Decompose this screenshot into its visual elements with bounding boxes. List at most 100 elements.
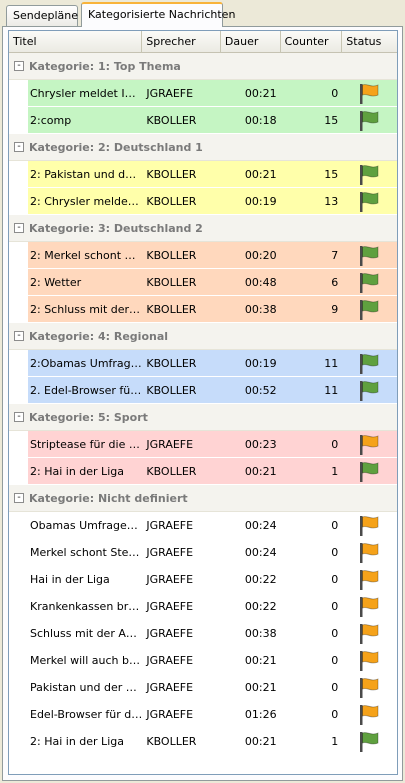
- collapse-icon[interactable]: -: [14, 412, 24, 422]
- cell-dauer: 00:38: [244, 626, 277, 640]
- cell-status: [342, 539, 397, 566]
- cell-status: [342, 188, 397, 215]
- collapse-icon[interactable]: -: [14, 331, 24, 341]
- cell-status: [342, 350, 397, 377]
- tab-kategorisierte-nachrichten[interactable]: Kategorisierte Nachrichten: [81, 2, 235, 27]
- table-row[interactable]: 2:comp KBOLLER 00:18 15: [28, 107, 397, 134]
- cell-sprecher: JGRAEFE: [146, 626, 194, 640]
- column-header-status[interactable]: Status: [342, 31, 397, 53]
- cell-titel: Obamas Umfragewerte: [30, 518, 143, 532]
- collapse-icon[interactable]: -: [14, 61, 24, 71]
- cell-status: [342, 269, 397, 296]
- table-row[interactable]: Merkel schont Steinbrück JGRAEFE 00:24 0: [28, 539, 397, 566]
- cell-sprecher: JGRAEFE: [146, 86, 194, 100]
- tab-sendeplaene[interactable]: Sendepläne: [6, 5, 78, 26]
- cell-status: [342, 242, 397, 269]
- table-row[interactable]: 2: Wetter KBOLLER 00:48 6: [28, 269, 397, 296]
- group-header[interactable]: - Kategorie: Nicht definiert: [9, 485, 397, 512]
- cell-status: [342, 296, 397, 323]
- group-header[interactable]: - Kategorie: 4: Regional: [9, 323, 397, 350]
- table-row[interactable]: 2: Merkel schont SteinbrückKBOLLER 00:20 7: [28, 242, 397, 269]
- group-title: Kategorie: 3: Deutschland 2: [29, 221, 203, 235]
- orange-flag-icon: [360, 515, 379, 536]
- collapse-icon[interactable]: -: [14, 142, 24, 152]
- orange-flag-icon: [360, 83, 379, 104]
- cell-dauer: 00:24: [244, 545, 277, 559]
- tab-bar: Sendepläne Kategorisierte Nachrichten: [0, 0, 405, 27]
- cell-status: [342, 728, 397, 755]
- table-row[interactable]: Krankenkassen brauchen Geld JGRAEFE 00:22 0: [28, 593, 397, 620]
- cell-titel: Merkel schont Steinbrück: [30, 545, 142, 559]
- cell-dauer: 00:21: [244, 86, 277, 100]
- table-row[interactable]: 2. Edel-Browser für alle KBOLLER 00:52 11: [28, 377, 397, 404]
- cell-counter: 0: [331, 707, 339, 721]
- tab-panel: Titel Sprecher Dauer Counter Status - Kat…: [2, 26, 403, 781]
- table-row[interactable]: Pakistan und der Preis JGRAEFE 00:21 0: [28, 674, 397, 701]
- group-header[interactable]: - Kategorie: 2: Deutschland 1: [9, 134, 397, 161]
- table-row[interactable]: 2: Hai in der Liga KBOLLER 00:21 1: [28, 728, 397, 755]
- orange-flag-icon: [360, 596, 379, 617]
- cell-sprecher: JGRAEFE: [146, 707, 194, 721]
- collapse-icon[interactable]: -: [14, 223, 24, 233]
- table-row[interactable]: Merkel will auch bei Opel JGRAEFE 00:21 0: [28, 647, 397, 674]
- column-header-titel[interactable]: Titel: [9, 31, 143, 53]
- cell-counter: 7: [331, 248, 339, 262]
- group-header[interactable]: - Kategorie: 3: Deutschland 2: [9, 215, 397, 242]
- green-flag-icon: [360, 272, 379, 293]
- column-header-counter[interactable]: Counter: [281, 31, 343, 53]
- cell-status: [342, 377, 397, 404]
- cell-titel: Hai in der Liga: [30, 572, 110, 586]
- news-grid[interactable]: Titel Sprecher Dauer Counter Status - Kat…: [8, 30, 398, 775]
- table-row[interactable]: Edel-Browser für die Masse JGRAEFE 01:26 0: [28, 701, 397, 728]
- cell-counter: 15: [324, 167, 339, 181]
- cell-titel: 2: Merkel schont Steinbrück: [30, 248, 143, 262]
- green-flag-icon: [360, 164, 379, 185]
- group-title: Kategorie: Nicht definiert: [29, 491, 188, 505]
- cell-sprecher: KBOLLER: [146, 356, 197, 370]
- grid-body: - Kategorie: 1: Top Thema Chrysler meldet …: [9, 53, 397, 755]
- table-row[interactable]: Obamas UmfragewerteJGRAEFE 00:24 0: [28, 512, 397, 539]
- table-row[interactable]: Striptease für die Umwelt JGRAEFE 00:23 0: [28, 431, 397, 458]
- column-header-sprecher[interactable]: Sprecher: [142, 31, 221, 53]
- cell-counter: 0: [331, 626, 339, 640]
- cell-dauer: 00:18: [244, 113, 277, 127]
- cell-sprecher: JGRAEFE: [146, 653, 194, 667]
- green-flag-icon: [360, 461, 379, 482]
- cell-sprecher: JGRAEFE: [146, 545, 194, 559]
- cell-dauer: 00:22: [244, 599, 277, 613]
- cell-sprecher: KBOLLER: [146, 248, 197, 262]
- cell-counter: 0: [331, 545, 339, 559]
- group-header[interactable]: - Kategorie: 1: Top Thema: [9, 53, 397, 80]
- cell-dauer: 00:38: [244, 302, 277, 316]
- green-flag-icon: [360, 110, 379, 131]
- collapse-icon[interactable]: -: [14, 493, 24, 503]
- cell-counter: 11: [324, 356, 339, 370]
- cell-titel: 2: Schluss mit der Abwrackprämie: [30, 302, 142, 316]
- cell-dauer: 00:23: [244, 437, 277, 451]
- table-row[interactable]: 2: Pakistan und der Terror KBOLLER 00:21 15: [28, 161, 397, 188]
- cell-status: [342, 80, 397, 107]
- cell-status: [342, 107, 397, 134]
- cell-counter: 9: [331, 302, 339, 316]
- green-flag-icon: [360, 299, 379, 320]
- cell-titel: Merkel will auch bei Opel: [30, 653, 142, 667]
- cell-dauer: 00:22: [244, 572, 277, 586]
- cell-status: [342, 593, 397, 620]
- column-header-dauer[interactable]: Dauer: [221, 31, 281, 53]
- table-row[interactable]: Hai in der Liga JGRAEFE 00:22 0: [28, 566, 397, 593]
- cell-dauer: 00:20: [244, 248, 277, 262]
- cell-status: [342, 674, 397, 701]
- orange-flag-icon: [360, 704, 379, 725]
- orange-flag-icon: [360, 569, 379, 590]
- cell-titel: Schluss mit der Abwrackprämie: [30, 626, 142, 640]
- green-flag-icon: [360, 191, 379, 212]
- table-row[interactable]: 2:Obamas Umfragewerte KBOLLER 00:19 11: [28, 350, 397, 377]
- cell-sprecher: JGRAEFE: [146, 599, 194, 613]
- table-row[interactable]: 2: Hai in der Liga KBOLLER 00:21 1: [28, 458, 397, 485]
- group-header[interactable]: - Kategorie: 5: Sport: [9, 404, 397, 431]
- table-row[interactable]: 2: Schluss mit der Abwrackprämie KBOLLER 0…: [28, 296, 397, 323]
- table-row[interactable]: 2: Chrysler meldet Insolvenz KBOLLER 00:19…: [28, 188, 397, 215]
- cell-titel: 2: Hai in der Liga: [30, 734, 124, 748]
- table-row[interactable]: Schluss mit der Abwrackprämie JGRAEFE 00:3…: [28, 620, 397, 647]
- table-row[interactable]: Chrysler meldet Insolvenz anJGRAEFE 00:21…: [28, 80, 397, 107]
